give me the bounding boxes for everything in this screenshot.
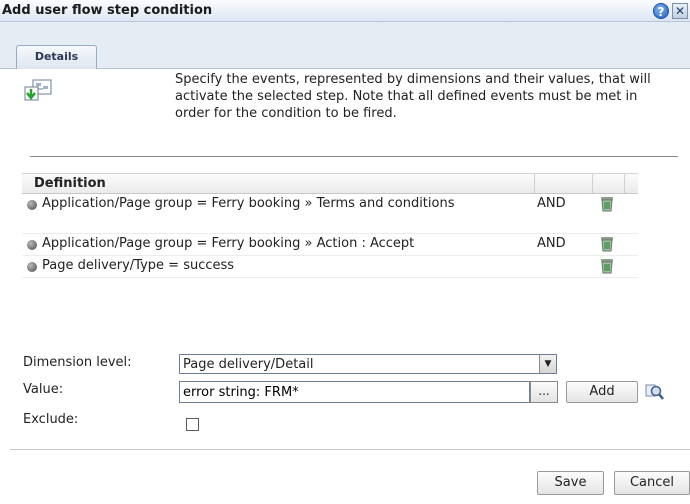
footer-divider <box>10 449 690 450</box>
trash-icon[interactable] <box>599 256 615 274</box>
column-header-operator[interactable] <box>535 174 593 194</box>
dialog-title-bar: Add user flow step condition ? ✕ <box>0 0 690 22</box>
grid-header: Definition <box>22 173 638 194</box>
dimension-level-select[interactable]: Page delivery/Detail ▼ <box>179 354 557 374</box>
row-bullet-icon <box>27 262 37 272</box>
table-row[interactable]: Application/Page group = Ferry booking »… <box>22 194 638 234</box>
help-icon[interactable]: ? <box>653 3 669 19</box>
tab-details[interactable]: Details <box>16 45 97 69</box>
cancel-button[interactable]: Cancel <box>614 471 690 495</box>
chevron-down-icon[interactable]: ▼ <box>539 355 556 373</box>
browse-button[interactable]: ... <box>530 381 558 403</box>
trash-icon[interactable] <box>599 234 615 252</box>
dimension-level-value: Page delivery/Detail <box>183 357 314 372</box>
dialog-title: Add user flow step condition <box>2 3 213 18</box>
table-row[interactable]: Application/Page group = Ferry booking »… <box>22 234 638 256</box>
dimension-level-label: Dimension level: <box>23 355 132 370</box>
dialog-content <box>0 69 690 504</box>
tab-strip <box>0 22 690 69</box>
table-row[interactable]: Page delivery/Type = success <box>22 256 638 278</box>
save-button[interactable]: Save <box>537 471 604 495</box>
row-definition: Application/Page group = Ferry booking »… <box>42 236 415 251</box>
column-header-action[interactable] <box>593 174 625 194</box>
section-divider <box>30 156 678 157</box>
row-operator: AND <box>537 236 566 251</box>
column-header-definition[interactable]: Definition <box>22 174 535 194</box>
row-definition: Page delivery/Type = success <box>42 258 235 273</box>
close-icon[interactable]: ✕ <box>672 3 688 19</box>
value-label: Value: <box>23 382 64 397</box>
row-operator: AND <box>537 196 566 211</box>
magnifier-icon[interactable] <box>645 383 665 401</box>
definition-grid: Definition Application/Page group = Ferr… <box>22 173 638 278</box>
value-input[interactable] <box>179 381 530 403</box>
exclude-label: Exclude: <box>23 412 79 427</box>
row-bullet-icon <box>27 240 37 250</box>
row-bullet-icon <box>27 200 37 210</box>
trash-icon[interactable] <box>599 194 615 212</box>
exclude-checkbox[interactable] <box>186 418 199 431</box>
row-definition: Application/Page group = Ferry booking »… <box>42 196 455 211</box>
intro-text: Specify the events, represented by dimen… <box>175 72 651 121</box>
flow-step-icon <box>24 79 52 101</box>
add-button[interactable]: Add <box>566 381 638 403</box>
